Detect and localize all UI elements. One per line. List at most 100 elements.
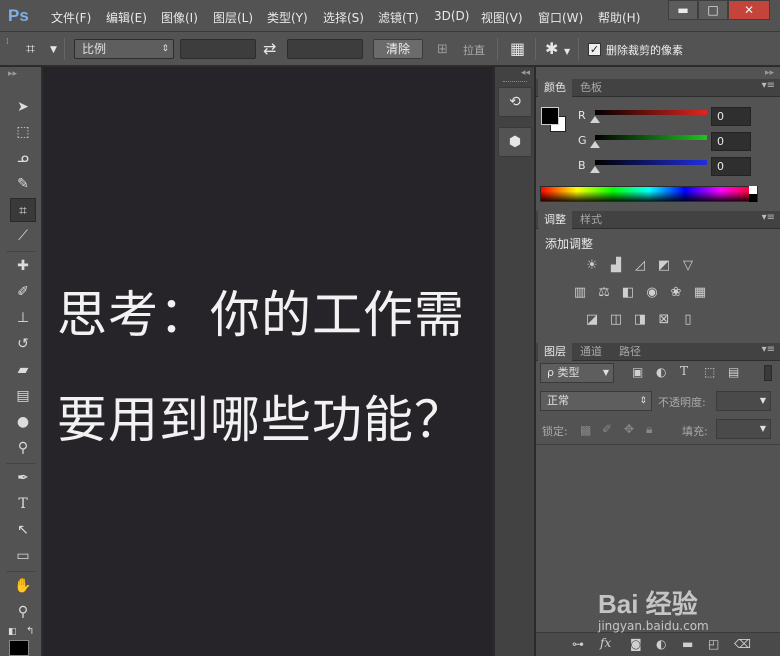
path-selection-tool-icon[interactable]: ↖	[10, 518, 36, 542]
menu-image[interactable]: 图像(I)	[161, 9, 198, 26]
blur-tool-icon[interactable]: ●	[10, 410, 36, 434]
color-balance-icon[interactable]: ⚖	[595, 285, 613, 301]
height-input[interactable]	[287, 39, 363, 59]
hand-tool-icon[interactable]: ✋	[10, 574, 36, 598]
collapse-arrows-icon[interactable]: ▸▸	[765, 69, 774, 78]
color-lookup-icon[interactable]: ▦	[691, 285, 709, 301]
lock-position-icon[interactable]: ✥	[624, 422, 634, 436]
slider-r[interactable]	[595, 110, 707, 115]
minimize-button[interactable]: ▬	[668, 0, 698, 20]
panel-menu-icon[interactable]: ▾≡	[762, 344, 775, 355]
curves-icon[interactable]: ◿	[631, 258, 649, 274]
tab-adjustments[interactable]: 调整	[538, 211, 572, 229]
filter-pixel-icon[interactable]: ▣	[632, 365, 643, 379]
type-tool-icon[interactable]: T	[10, 492, 36, 516]
chevron-down-icon[interactable]: ▼	[564, 43, 570, 61]
lock-all-icon[interactable]: 🔒︎	[646, 422, 652, 437]
overlay-grid-icon[interactable]: ▦	[510, 40, 525, 58]
photo-filter-icon[interactable]: ◉	[643, 285, 661, 301]
tab-styles[interactable]: 样式	[574, 211, 608, 229]
history-icon[interactable]: ⟲	[498, 87, 532, 117]
quick-selection-tool-icon[interactable]: ✎	[10, 172, 36, 196]
slider-b[interactable]	[595, 160, 707, 165]
dodge-tool-icon[interactable]: ⚲	[10, 436, 36, 460]
menu-select[interactable]: 选择(S)	[323, 9, 364, 26]
collapse-arrows-icon[interactable]: ◂◂	[521, 69, 530, 78]
marquee-tool-icon[interactable]: ⬚	[10, 120, 36, 144]
posterize-icon[interactable]: ◫	[607, 312, 625, 328]
menu-filter[interactable]: 滤镜(T)	[378, 9, 419, 26]
add-mask-icon[interactable]: ◙	[630, 637, 642, 651]
lasso-tool-icon[interactable]: ᓄ	[10, 146, 36, 170]
menu-edit[interactable]: 编辑(E)	[106, 9, 147, 26]
gear-icon[interactable]: ✱	[545, 40, 558, 58]
brightness-contrast-icon[interactable]: ☀	[583, 258, 601, 274]
tab-channels[interactable]: 通道	[574, 343, 608, 361]
lock-transparent-pixels-icon[interactable]: ▩	[580, 423, 591, 437]
delete-cropped-checkbox[interactable]: ✓	[588, 43, 601, 56]
gradient-map-icon[interactable]: ▯	[679, 312, 697, 328]
menu-3d[interactable]: 3D(D)	[434, 9, 469, 23]
invert-icon[interactable]: ◪	[583, 312, 601, 328]
spectrum-white[interactable]	[749, 186, 757, 194]
filter-shape-icon[interactable]: ⬚	[704, 365, 715, 379]
slider-g[interactable]	[595, 135, 707, 140]
layer-filter-kind-select[interactable]: ρ 类型 ▼	[540, 363, 614, 383]
clone-stamp-tool-icon[interactable]: ⊥	[10, 306, 36, 330]
panel-menu-icon[interactable]: ▾≡	[762, 212, 775, 223]
channel-value-g[interactable]: 0	[711, 132, 751, 151]
history-brush-tool-icon[interactable]: ↺	[10, 332, 36, 356]
link-layers-icon[interactable]: ⊶	[572, 637, 584, 651]
channel-value-b[interactable]: 0	[711, 157, 751, 176]
swap-icon[interactable]: ⇄	[263, 40, 276, 58]
swap-colors-icon[interactable]: ↰	[26, 626, 34, 637]
document-canvas[interactable]: 思考：你的工作需 要用到哪些功能？	[43, 67, 493, 656]
opacity-input[interactable]: ▼	[716, 391, 771, 411]
trash-icon[interactable]: ⌫	[734, 637, 751, 651]
menu-help[interactable]: 帮助(H)	[598, 9, 640, 26]
menu-file[interactable]: 文件(F)	[51, 9, 91, 26]
grip-handle[interactable]: ⁞	[6, 38, 9, 47]
threshold-icon[interactable]: ◨	[631, 312, 649, 328]
tab-color[interactable]: 颜色	[538, 79, 572, 97]
crop-tool-icon[interactable]: ⌗	[26, 40, 35, 58]
default-colors-icon[interactable]: ◧	[8, 627, 17, 637]
tab-paths[interactable]: 路径	[613, 343, 647, 361]
eraser-tool-icon[interactable]: ▰	[10, 358, 36, 382]
slider-r-thumb[interactable]	[590, 116, 600, 123]
foreground-color-swatch[interactable]	[541, 107, 559, 125]
hue-saturation-icon[interactable]: ▥	[571, 285, 589, 301]
close-button[interactable]: ✕	[728, 0, 770, 20]
exposure-icon[interactable]: ◩	[655, 258, 673, 274]
width-input[interactable]	[180, 39, 256, 59]
filter-smart-object-icon[interactable]: ▤	[728, 365, 739, 379]
filter-adjustment-icon[interactable]: ◐	[656, 365, 666, 379]
lock-image-pixels-icon[interactable]: ✐	[602, 422, 612, 436]
eyedropper-tool-icon[interactable]: ⟋	[10, 224, 36, 248]
delete-cropped-label[interactable]: 删除裁剪的像素	[606, 42, 683, 58]
slider-g-thumb[interactable]	[590, 141, 600, 148]
tab-layers[interactable]: 图层	[538, 343, 572, 361]
vibrance-icon[interactable]: ▽	[679, 258, 697, 274]
rectangle-tool-icon[interactable]: ▭	[10, 544, 36, 568]
fill-input[interactable]: ▼	[716, 419, 771, 439]
new-layer-icon[interactable]: ◰	[708, 637, 719, 651]
filter-toggle[interactable]	[764, 365, 772, 381]
collapse-arrows-icon[interactable]: ▸▸	[8, 70, 17, 79]
gradient-tool-icon[interactable]: ▤	[10, 384, 36, 408]
clear-button[interactable]: 清除	[373, 39, 423, 59]
dock-grip[interactable]	[503, 81, 527, 84]
foreground-color-swatch[interactable]	[9, 640, 29, 656]
healing-brush-tool-icon[interactable]: ✚	[10, 254, 36, 278]
straighten-label[interactable]: 拉直	[463, 42, 485, 58]
move-tool-icon[interactable]: ➤	[10, 95, 36, 119]
filter-type-icon[interactable]: T	[680, 364, 688, 378]
channel-value-r[interactable]: 0	[711, 107, 751, 126]
3d-icon[interactable]: ⬢	[498, 127, 532, 157]
brush-tool-icon[interactable]: ✐	[10, 280, 36, 304]
menu-window[interactable]: 窗口(W)	[538, 9, 583, 26]
selective-color-icon[interactable]: ⊠	[655, 312, 673, 328]
menu-layer[interactable]: 图层(L)	[213, 9, 253, 26]
layer-style-icon[interactable]: fx	[600, 636, 611, 650]
blend-mode-select[interactable]: 正常 ⇕	[540, 391, 652, 411]
